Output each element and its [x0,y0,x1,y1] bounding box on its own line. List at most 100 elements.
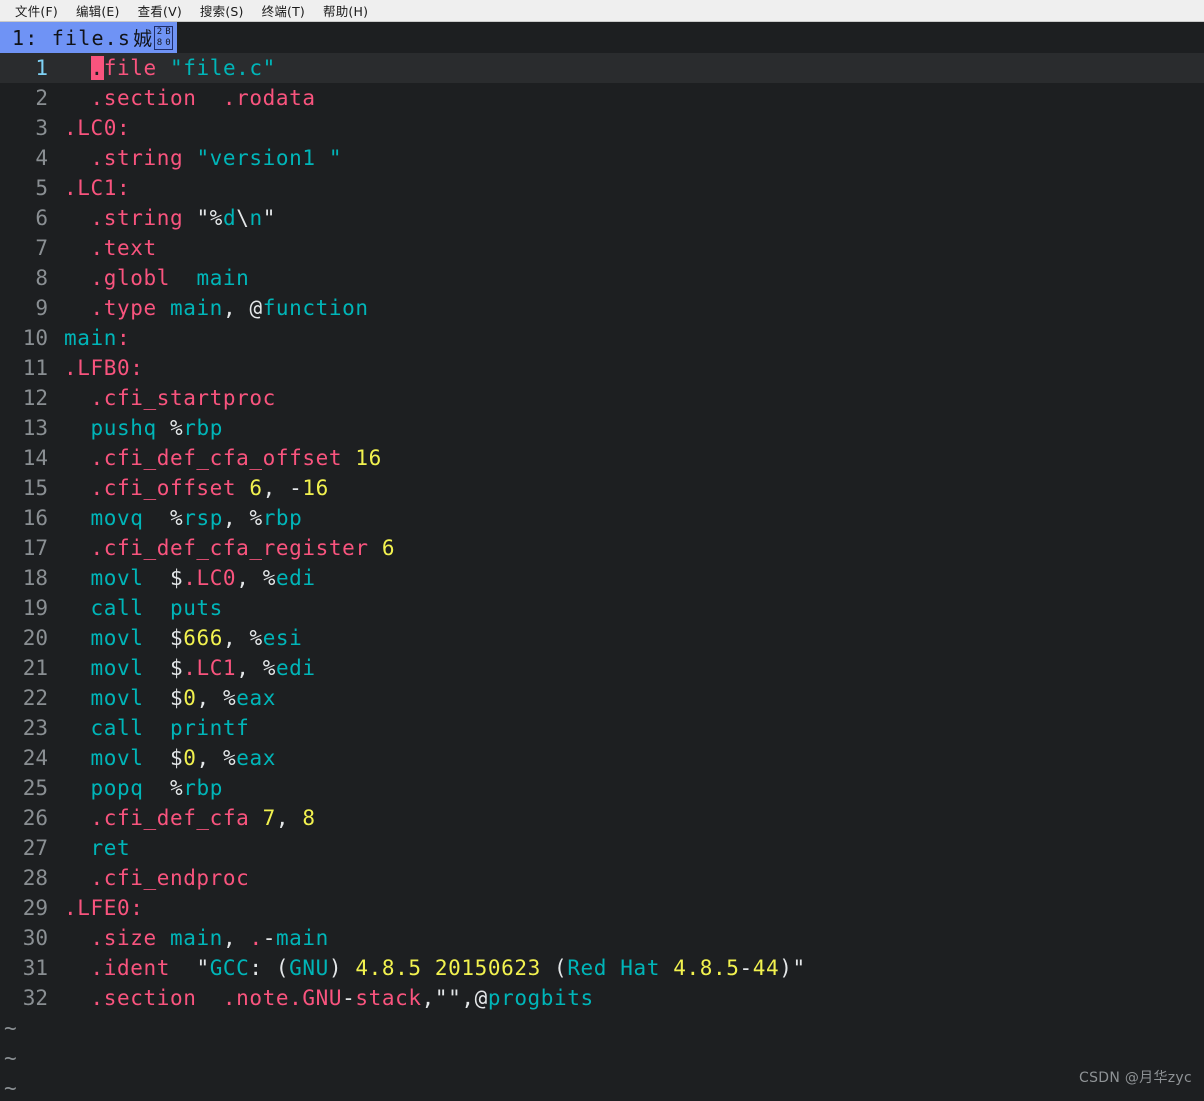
menu-help[interactable]: 帮助(H) [314,0,377,22]
code-line[interactable]: 8 .globl main [0,263,1204,293]
code-line[interactable]: 22 movl $0, %eax [0,683,1204,713]
editor-buffer[interactable]: 1 .file "file.c" 2 .section .rodata 3 .LC0:… [0,53,1204,1101]
code-line[interactable]: 29 .LFE0: [0,893,1204,923]
code-line[interactable]: 19 call puts [0,593,1204,623]
tab-bar-filler [177,22,1204,53]
code-token: 4.8.5 [673,956,740,980]
missing-glyph-box: 2B80 [154,25,174,50]
code-token: "version1 " [196,146,343,170]
line-number: 6 [35,206,48,230]
code-line[interactable]: 10 main: [0,323,1204,353]
code-token: @ [474,986,488,1010]
code-line[interactable]: 16 movq %rsp, %rbp [0,503,1204,533]
code-line[interactable]: 26 .cfi_def_cfa 7, 8 [0,803,1204,833]
code-line[interactable]: 6 .string "%d\n" [0,203,1204,233]
code-token: .cfi_endproc [64,866,250,890]
code-line[interactable]: 18 movl $.LC0, %edi [0,563,1204,593]
line-number: 11 [22,356,48,380]
line-number: 25 [22,776,48,800]
code-token: .size [64,926,170,950]
code-token: esi [262,626,303,650]
menu-edit[interactable]: 编辑(E) [67,0,129,22]
code-token: rsp [183,506,223,530]
code-line[interactable]: 17 .cfi_def_cfa_register 6 [0,533,1204,563]
code-token: 44 [752,956,780,980]
code-token: call printf [64,716,250,740]
code-line[interactable]: 27 ret [0,833,1204,863]
code-token: , [461,986,475,1010]
text-cursor: . [90,56,104,80]
code-token: edi [275,656,316,680]
code-line[interactable]: 32 .section .note.GNU-stack,"",@progbits [0,983,1204,1013]
code-line[interactable]: 30 .size main, .-main [0,923,1204,953]
code-token: file [103,56,170,80]
code-token: .section .note.GNU [64,986,343,1010]
menu-file[interactable]: 文件(F) [6,0,67,22]
code-line[interactable]: 5 .LC1: [0,173,1204,203]
code-token: )" [779,956,806,980]
code-token: rbp [262,506,303,530]
line-number: 4 [35,146,48,170]
empty-line-markers: ~ ~ ~ [0,1013,1204,1101]
code-line-text: movq %rsp, %rbp [56,503,1204,533]
code-line[interactable]: 28 .cfi_endproc [0,863,1204,893]
line-number: 9 [35,296,48,320]
code-token: .type [64,296,170,320]
code-token: , [222,296,237,320]
code-line[interactable]: 3 .LC0: [0,113,1204,143]
code-line[interactable]: 25 popq %rbp [0,773,1204,803]
code-line[interactable]: 4 .string "version1 " [0,143,1204,173]
menu-terminal[interactable]: 终端(T) [253,0,314,22]
line-number: 20 [22,626,48,650]
empty-line-row: ~ [0,1073,1204,1101]
code-line[interactable]: 15 .cfi_offset 6, -16 [0,473,1204,503]
code-line[interactable]: 11 .LFB0: [0,353,1204,383]
code-token: main [169,296,223,320]
code-line[interactable]: 13 pushq %rbp [0,413,1204,443]
code-token: % [169,416,184,440]
menu-search[interactable]: 搜索(S) [191,0,253,22]
code-token: "" [434,986,462,1010]
code-line[interactable]: 9 .type main, @function [0,293,1204,323]
code-line[interactable]: 21 movl $.LC1, %edi [0,653,1204,683]
line-number: 27 [22,836,48,860]
line-number: 2 [35,86,48,110]
empty-line-row: ~ [0,1043,1204,1073]
code-line-text: .globl main [56,263,1204,293]
line-number: 30 [22,926,48,950]
code-line[interactable]: 12 .cfi_startproc [0,383,1204,413]
code-token: ret [64,836,131,860]
code-line[interactable]: 7 .text [0,233,1204,263]
line-number: 19 [22,596,48,620]
code-token: Red Hat [567,956,661,980]
code-line-text: movl $666, %esi [56,623,1204,653]
line-number: 1 [35,56,48,80]
code-token: % [249,506,263,530]
code-line[interactable]: 23 call printf [0,713,1204,743]
code-line-text: .size main, .-main [56,923,1204,953]
code-line-text: ret [56,833,1204,863]
code-token: % [249,626,263,650]
line-number: 32 [22,986,48,1010]
code-token: , [222,626,250,650]
code-line[interactable]: 31 .ident "GCC: (GNU) 4.8.5 20150623 (Re… [0,953,1204,983]
tab-file-s[interactable]: 1: file.s 娍 2B80 [0,22,178,53]
missing-glyph-digit: 2 [156,26,163,37]
code-line[interactable]: 24 movl $0, %eax [0,743,1204,773]
code-line-text: .ident "GCC: (GNU) 4.8.5 20150623 (Red H… [56,953,1204,983]
line-number: 10 [22,326,48,350]
code-lines: 1 .file "file.c" 2 .section .rodata 3 .LC0:… [0,53,1204,1013]
code-line[interactable]: 14 .cfi_def_cfa_offset 16 [0,443,1204,473]
code-line-text: .cfi_offset 6, -16 [56,473,1204,503]
code-token: % [169,506,184,530]
code-token: , [196,746,223,770]
code-token: .cfi_startproc [64,386,276,410]
code-line[interactable]: 20 movl $666, %esi [0,623,1204,653]
empty-line-row: ~ [0,1013,1204,1043]
code-token: ) [328,956,356,980]
code-token: .text [64,236,157,260]
code-line[interactable]: 2 .section .rodata [0,83,1204,113]
code-token: - [289,476,303,500]
code-line[interactable]: 1 .file "file.c" [0,53,1204,83]
menu-view[interactable]: 查看(V) [129,0,191,22]
